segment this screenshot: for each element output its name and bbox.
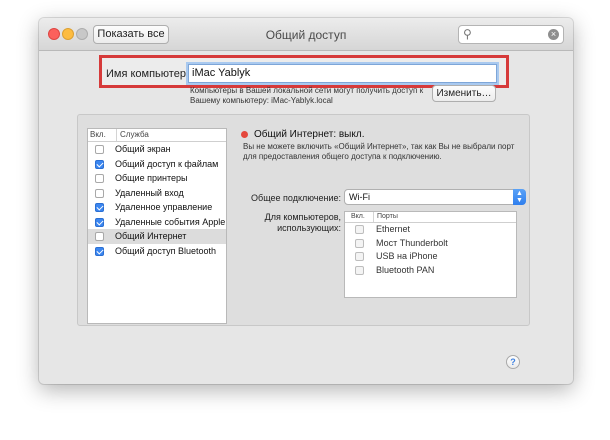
service-checkbox[interactable] bbox=[95, 188, 104, 198]
service-row[interactable]: Общий Интернет bbox=[88, 229, 226, 244]
search-icon: ⚲ bbox=[463, 27, 472, 41]
port-label: USB на iPhone bbox=[376, 251, 438, 261]
status-indicator-icon bbox=[241, 131, 248, 138]
help-button[interactable]: ? bbox=[506, 355, 520, 369]
service-checkbox[interactable] bbox=[95, 217, 104, 227]
port-label: Ethernet bbox=[376, 224, 411, 234]
port-row[interactable]: Мост Thunderbolt bbox=[345, 237, 516, 251]
service-row[interactable]: Удаленный вход bbox=[88, 186, 226, 201]
service-row[interactable]: Общий доступ к файлам bbox=[88, 157, 226, 172]
service-checkbox[interactable] bbox=[95, 203, 104, 212]
service-row[interactable]: Общие принтеры bbox=[88, 171, 226, 186]
port-label: Мост Thunderbolt bbox=[376, 237, 448, 248]
service-row[interactable]: Общий экран bbox=[88, 142, 226, 157]
service-checkbox[interactable] bbox=[95, 145, 104, 154]
service-label: Общие принтеры bbox=[115, 173, 188, 183]
service-label: Общий доступ Bluetooth bbox=[115, 245, 216, 256]
ports-list-header: Вкл. Порты bbox=[345, 212, 516, 223]
computer-name-input[interactable]: iMac Yablyk bbox=[188, 64, 497, 83]
service-checkbox[interactable] bbox=[95, 246, 104, 256]
service-checkbox[interactable] bbox=[95, 159, 104, 169]
share-from-value: Wi-Fi bbox=[349, 192, 370, 202]
port-row[interactable]: USB на iPhone bbox=[345, 250, 516, 264]
service-row[interactable]: Общий доступ Bluetooth bbox=[88, 244, 226, 259]
service-checkbox[interactable] bbox=[95, 232, 104, 241]
service-label: Общий Интернет bbox=[115, 231, 187, 241]
port-checkbox[interactable] bbox=[355, 265, 364, 275]
column-service-header[interactable]: Служба bbox=[116, 129, 149, 141]
for-computers-label: Для компьютеров, использующих: bbox=[264, 212, 341, 233]
service-label: Общий экран bbox=[115, 144, 171, 154]
change-name-button[interactable]: Изменить… bbox=[432, 85, 496, 102]
updown-arrows-icon: ▲ ▼ bbox=[513, 189, 526, 205]
port-checkbox[interactable] bbox=[355, 225, 364, 234]
ports-column-on-header[interactable]: Вкл. bbox=[351, 212, 365, 222]
service-description: Вы не можете включить «Общий Интернет», … bbox=[243, 142, 515, 161]
sharing-window: Показать все Общий доступ ⚲ × Имя компью… bbox=[39, 18, 573, 384]
service-label: Удаленные события Apple bbox=[115, 216, 226, 227]
services-list[interactable]: Вкл. Служба Общий экран Общий доступ к фа… bbox=[87, 128, 227, 324]
service-row[interactable]: Удаленное управление bbox=[88, 200, 226, 215]
service-checkbox[interactable] bbox=[95, 174, 104, 183]
title-bar: Показать все Общий доступ ⚲ × bbox=[39, 18, 573, 51]
services-list-header: Вкл. Служба bbox=[88, 129, 226, 142]
service-row[interactable]: Удаленные события Apple bbox=[88, 215, 226, 230]
port-row[interactable]: Ethernet bbox=[345, 223, 516, 237]
service-label: Удаленный вход bbox=[115, 187, 184, 198]
clear-search-icon[interactable]: × bbox=[548, 29, 559, 40]
service-status: Общий Интернет: выкл. bbox=[254, 129, 365, 140]
ports-column-ports-header[interactable]: Порты bbox=[373, 212, 398, 222]
search-field[interactable]: ⚲ × bbox=[458, 25, 564, 44]
service-label: Общий доступ к файлам bbox=[115, 158, 219, 169]
port-checkbox[interactable] bbox=[355, 252, 364, 261]
share-from-select[interactable]: Wi-Fi ▲ ▼ bbox=[344, 189, 526, 205]
port-label: Bluetooth PAN bbox=[376, 264, 435, 275]
port-row[interactable]: Bluetooth PAN bbox=[345, 264, 516, 278]
column-on-header[interactable]: Вкл. bbox=[90, 129, 106, 141]
computer-name-label: Имя компьютера: bbox=[106, 68, 196, 80]
share-from-label: Общее подключение: bbox=[251, 193, 341, 203]
service-label: Удаленное управление bbox=[115, 202, 213, 212]
computer-name-hint: Компьютеры в Вашей локальной сети могут … bbox=[190, 86, 424, 105]
port-checkbox[interactable] bbox=[355, 238, 364, 248]
ports-list[interactable]: Вкл. Порты Ethernet Мост Thunderbolt USB н… bbox=[344, 211, 517, 298]
